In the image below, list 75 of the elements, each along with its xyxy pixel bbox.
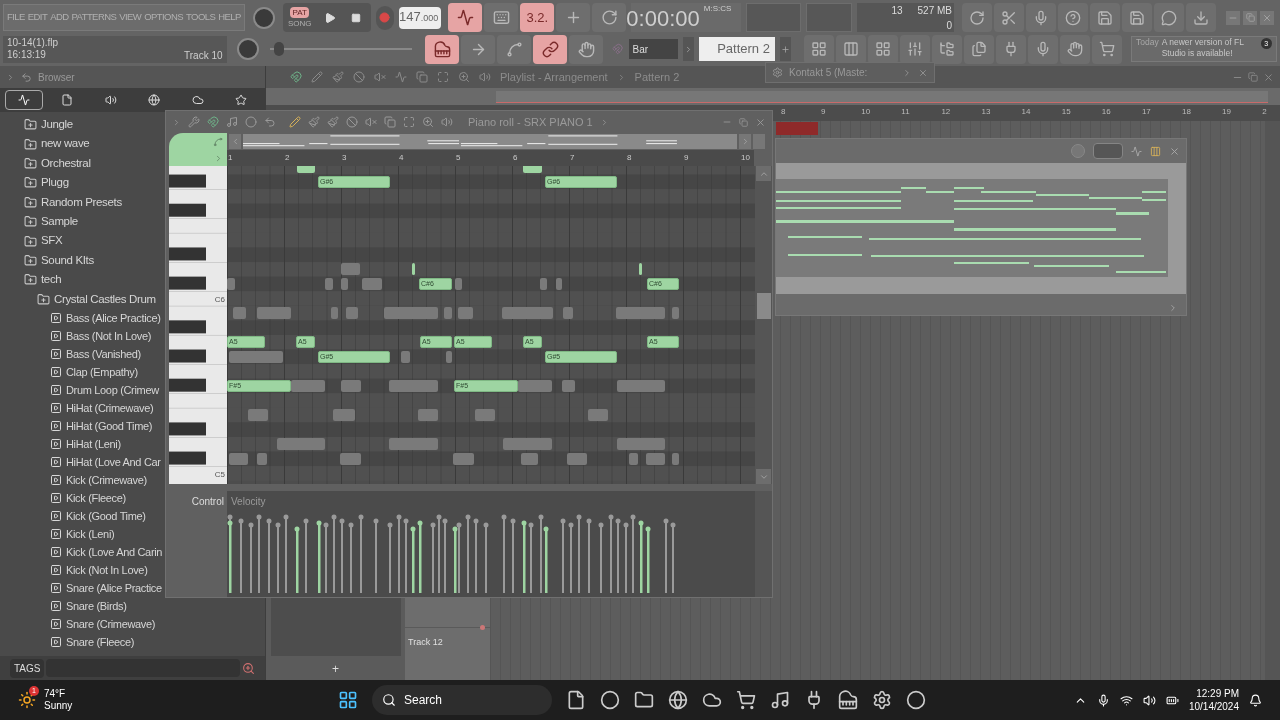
browser-item[interactable]: Kick (Love And Carin	[50, 542, 163, 561]
weather-condition: Sunny	[44, 700, 73, 712]
browser-item[interactable]: Snare (Alice Practice	[50, 578, 162, 597]
monitor-panel: 13 527 MB 0	[857, 3, 954, 32]
browser-item[interactable]: Kick (Crimewave)	[50, 470, 147, 489]
browser-item[interactable]: Plugg	[24, 173, 69, 193]
pattern-selector[interactable]: Pattern 2	[699, 37, 775, 61]
bar-number: 17	[1141, 106, 1151, 118]
browser-item[interactable]: Snare (Crimewave)	[50, 614, 156, 633]
bar-number: 9	[821, 106, 826, 118]
project-file: 10-14(1).flp	[7, 37, 59, 49]
temperature: 74°F	[44, 688, 67, 700]
browser-item[interactable]: tech	[24, 270, 62, 290]
browser-item[interactable]: Jungle	[24, 115, 73, 135]
bar-number: 15	[1061, 106, 1071, 118]
event-label: Velocity	[231, 494, 266, 509]
browser-item[interactable]: Orchestral	[24, 153, 91, 174]
browser-item[interactable]: HiHat (Leni)	[50, 434, 121, 453]
browser-title: Browser	[38, 70, 75, 85]
bar-number: 3	[342, 152, 347, 164]
news-date: Today	[1135, 37, 1159, 49]
bar-number: 19	[1222, 106, 1231, 118]
bar-number: 10	[741, 152, 750, 164]
bar-number: 8	[781, 106, 786, 118]
browser-item[interactable]: Snare (Birds)	[50, 596, 127, 615]
toolbar-toggle[interactable]: 3.2.	[520, 3, 555, 32]
browser-item[interactable]: SFX	[24, 231, 63, 251]
snap-dropdown[interactable]: Bar	[628, 39, 678, 59]
browser-item[interactable]: HiHat (Crimewave)	[50, 398, 154, 417]
bar-number: 1	[228, 152, 233, 164]
browser-item[interactable]: Drum Loop (Crimew	[50, 380, 159, 399]
browser-item[interactable]: Crystal Castles Drum	[37, 289, 156, 309]
browser-item[interactable]: new wave	[24, 134, 90, 154]
browser-item[interactable]: Clap (Empathy)	[50, 362, 138, 381]
bar-number: 5	[456, 152, 461, 164]
add-track-button[interactable]: +	[332, 660, 339, 678]
control-selector[interactable]: Control	[191, 494, 224, 509]
browser-item[interactable]: HiHat (Good Time)	[50, 416, 153, 435]
project-time: 16:13:19	[7, 49, 47, 61]
browser-item[interactable]: HiHat (Love And Car	[50, 452, 161, 471]
taskbar-search[interactable]: Search	[372, 685, 552, 715]
news-message: A newer version of FL Studio is available!	[1161, 37, 1245, 60]
bar-number: 4	[399, 152, 404, 164]
bar-number: 11	[901, 106, 910, 118]
mode-toggle[interactable]: SONG	[285, 17, 314, 29]
browser-item[interactable]: Sample	[24, 211, 78, 232]
browser-item[interactable]: Bass (Alice Practice)	[50, 308, 161, 327]
browser-item[interactable]: Bass (Not In Love)	[50, 326, 152, 345]
browser-item[interactable]: Kick (Leni)	[50, 524, 115, 543]
hint-text: Track 10	[184, 48, 223, 63]
bar-number: 14	[1021, 106, 1031, 118]
bar-number: 13	[981, 106, 991, 118]
browser-item[interactable]: Kick (Fleece)	[50, 488, 126, 507]
bar-number: 7	[570, 152, 575, 164]
bar-number: 6	[513, 152, 518, 164]
browser-item[interactable]: Kick (Not In Love)	[50, 560, 148, 579]
mode-toggle[interactable]: PAT	[290, 6, 309, 18]
bar-number: 12	[941, 106, 951, 118]
bar-number: 18	[1182, 106, 1191, 118]
key-label: C5	[214, 469, 225, 482]
browser-item[interactable]: Random Presets	[24, 192, 122, 212]
bar-number: 16	[1101, 106, 1111, 118]
browser-item[interactable]: Bass (Vanished)	[50, 344, 141, 363]
bar-number: 9	[684, 152, 689, 164]
key-label: C6	[214, 294, 225, 307]
browser-item[interactable]: Kick (Good Time)	[50, 506, 146, 525]
tempo-field[interactable]: 147.000	[399, 6, 442, 29]
bar-number: 8	[627, 152, 632, 164]
bar-number: 10	[861, 106, 871, 118]
bar-number: 2	[1262, 106, 1267, 118]
tags-button[interactable]: TAGS	[10, 658, 45, 678]
clock[interactable]: 12:29 PM 10/14/2024	[1188, 687, 1239, 713]
browser-item[interactable]: Snare (Fleece)	[50, 632, 135, 651]
browser-item[interactable]: Sound KIts	[24, 250, 94, 271]
bar-number: 2	[285, 152, 290, 164]
